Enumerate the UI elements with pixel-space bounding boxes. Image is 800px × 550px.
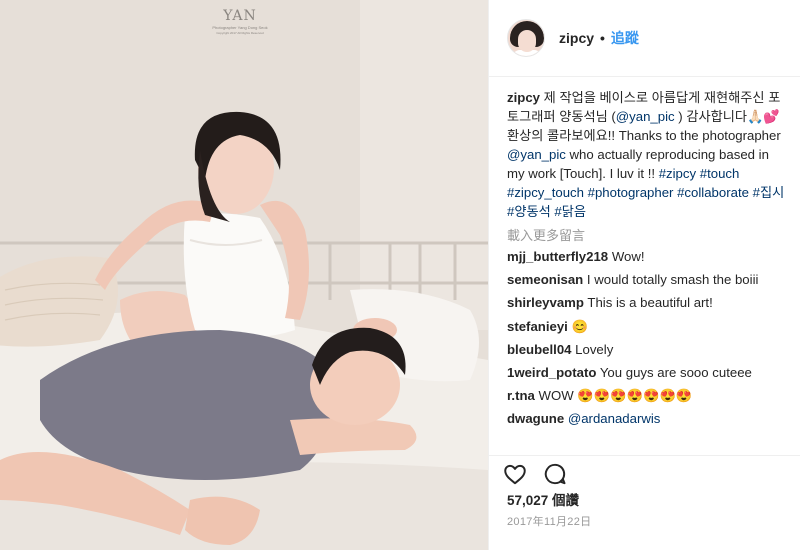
- avatar[interactable]: [507, 19, 545, 57]
- comment-text: I would totally smash the boiii: [586, 272, 759, 288]
- comment-row: r.tna WOW 😍😍😍😍😍😍😍: [507, 384, 790, 407]
- comment-text: You guys are sooo cuteee: [599, 365, 752, 381]
- action-icons: [502, 456, 568, 492]
- comment-username[interactable]: stefanieyi: [507, 319, 568, 334]
- photographer-watermark: YAN Photographer Yang Dong Seok Copyrigh…: [200, 8, 280, 35]
- comment-username[interactable]: mjj_butterfly218: [507, 249, 608, 264]
- post-photo[interactable]: YAN Photographer Yang Dong Seok Copyrigh…: [0, 0, 488, 550]
- comment-row: mjj_butterfly218 Wow!: [507, 245, 790, 268]
- comment-text: This is a beautiful art!: [587, 295, 713, 311]
- comment-text: Wow!: [611, 249, 645, 264]
- caption-mention-2[interactable]: @yan_pic: [507, 147, 566, 162]
- post-side-panel: zipcy • 追蹤 zipcy 제 작업을 베이스로 아름답게 재현해주신 포…: [488, 0, 800, 550]
- comment-username[interactable]: r.tna: [507, 388, 535, 403]
- caption-mention-1[interactable]: @yan_pic: [616, 109, 675, 124]
- comment-username[interactable]: semeonisan: [507, 272, 583, 287]
- header-username[interactable]: zipcy: [559, 30, 594, 46]
- comment-row: shirleyvamp This is a beautiful art!: [507, 291, 790, 314]
- comment-row: 1weird_potato You guys are sooo cuteee: [507, 361, 790, 384]
- comment-text: Lovely: [575, 341, 614, 357]
- speech-bubble-icon[interactable]: [542, 461, 568, 487]
- post-actions: 57,027 個讚 2017年11月22日: [489, 455, 800, 550]
- post-header: zipcy • 追蹤: [489, 0, 800, 77]
- photo-illustration: [0, 0, 488, 550]
- heart-outline-icon[interactable]: [502, 461, 528, 487]
- post-date[interactable]: 2017年11月22日: [507, 513, 591, 529]
- comment-username[interactable]: shirleyvamp: [507, 295, 584, 310]
- comment-row: semeonisan I would totally smash the boi…: [507, 268, 790, 291]
- comment-mention[interactable]: @ardanadarwis: [568, 411, 661, 426]
- like-count[interactable]: 57,027 個讚: [507, 489, 579, 509]
- comment-text: WOW 😍😍😍😍😍😍😍: [538, 388, 693, 404]
- comment-row: dwagune @ardanadarwis: [507, 407, 790, 430]
- comment-username[interactable]: bleubell04: [507, 342, 572, 357]
- comment-username[interactable]: dwagune: [507, 411, 564, 426]
- separator-dot: •: [600, 30, 605, 46]
- caption-username[interactable]: zipcy: [507, 90, 540, 105]
- comment-list: mjj_butterfly218 Wow! semeonisan I would…: [507, 245, 790, 431]
- comment-username[interactable]: 1weird_potato: [507, 365, 596, 380]
- comment-row: stefanieyi 😊: [507, 315, 790, 338]
- follow-button[interactable]: 追蹤: [611, 28, 639, 48]
- load-more-comments-button[interactable]: 載入更多留言: [507, 227, 790, 245]
- comment-text: 😊: [571, 318, 588, 334]
- watermark-line-1: Photographer Yang Dong Seok: [212, 25, 268, 30]
- comment-row: bleubell04 Lovely: [507, 338, 790, 361]
- watermark-logo: YAN: [223, 8, 257, 24]
- watermark-line-2: Copyright 2017 All Rights Reserved: [216, 31, 264, 35]
- post-caption: zipcy 제 작업을 베이스로 아름답게 재현해주신 포토그래퍼 양동석님 (…: [507, 88, 790, 221]
- comments-section: zipcy 제 작업을 베이스로 아름답게 재현해주신 포토그래퍼 양동석님 (…: [507, 88, 790, 431]
- instagram-post: YAN Photographer Yang Dong Seok Copyrigh…: [0, 0, 800, 550]
